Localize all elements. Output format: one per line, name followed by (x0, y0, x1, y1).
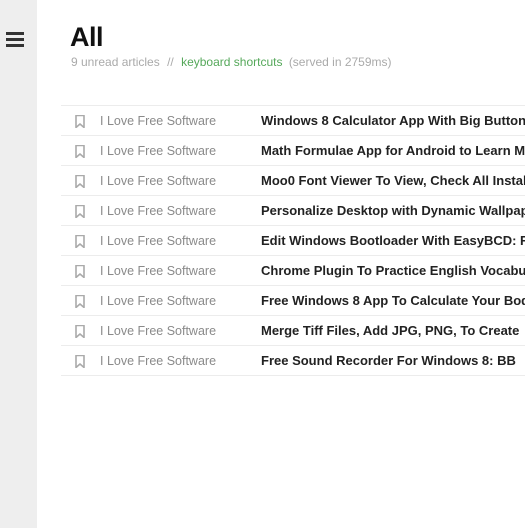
article-row[interactable]: I Love Free Software Merge Tiff Files, Ad… (61, 316, 525, 346)
article-row[interactable]: I Love Free Software Personalize Desktop … (61, 196, 525, 226)
page-title: All (70, 22, 104, 52)
article-row[interactable]: I Love Free Software Edit Windows Bootloa… (61, 226, 525, 256)
article-source: I Love Free Software (100, 324, 217, 338)
article-row[interactable]: I Love Free Software Windows 8 Calculator… (61, 106, 525, 136)
article-title[interactable]: Free Sound Recorder For Windows 8: BB (261, 353, 516, 368)
article-row[interactable]: I Love Free Software Math Formulae App fo… (61, 136, 525, 166)
article-title[interactable]: Personalize Desktop with Dynamic Wallpap… (261, 203, 525, 218)
article-row[interactable]: I Love Free Software Free Windows 8 App T… (61, 286, 525, 316)
bookmark-icon[interactable] (75, 355, 85, 368)
article-source: I Love Free Software (100, 354, 217, 368)
article-row[interactable]: I Love Free Software Moo0 Font Viewer To … (61, 166, 525, 196)
bookmark-icon[interactable] (75, 175, 85, 188)
bookmark-icon[interactable] (75, 115, 85, 128)
article-source: I Love Free Software (100, 294, 217, 308)
article-source: I Love Free Software (100, 204, 217, 218)
article-source: I Love Free Software (100, 174, 217, 188)
bookmark-icon[interactable] (75, 325, 85, 338)
bookmark-icon[interactable] (75, 265, 85, 278)
article-title[interactable]: Chrome Plugin To Practice English Vocabu… (261, 263, 525, 278)
article-list: I Love Free Software Windows 8 Calculator… (61, 105, 525, 376)
article-source: I Love Free Software (100, 144, 217, 158)
article-title[interactable]: Math Formulae App for Android to Learn M… (261, 143, 525, 158)
article-source: I Love Free Software (100, 264, 217, 278)
main-content: All 9 unread articles // keyboard shortc… (37, 0, 525, 528)
served-time: (served in 2759ms) (288, 55, 392, 69)
article-source: I Love Free Software (100, 114, 217, 128)
article-title[interactable]: Moo0 Font Viewer To View, Check All Inst… (261, 173, 525, 188)
article-title[interactable]: Windows 8 Calculator App With Big Button… (261, 113, 525, 128)
article-row[interactable]: I Love Free Software Chrome Plugin To Pra… (61, 256, 525, 286)
article-source: I Love Free Software (100, 234, 217, 248)
bookmark-icon[interactable] (75, 205, 85, 218)
article-title[interactable]: Free Windows 8 App To Calculate Your Bod… (261, 293, 525, 308)
article-row[interactable]: I Love Free Software Free Sound Recorder … (61, 346, 525, 376)
separator: // (167, 55, 174, 69)
status-line: 9 unread articles // keyboard shortcuts … (71, 55, 392, 69)
bookmark-icon[interactable] (75, 145, 85, 158)
sidebar (0, 0, 37, 528)
article-title[interactable]: Edit Windows Bootloader With EasyBCD: Fr… (261, 233, 525, 248)
article-title[interactable]: Merge Tiff Files, Add JPG, PNG, To Creat… (261, 323, 519, 338)
unread-count: 9 unread articles (71, 55, 160, 69)
hamburger-menu-icon[interactable] (6, 31, 24, 49)
bookmark-icon[interactable] (75, 235, 85, 248)
keyboard-shortcuts-link[interactable]: keyboard shortcuts (181, 55, 282, 69)
bookmark-icon[interactable] (75, 295, 85, 308)
